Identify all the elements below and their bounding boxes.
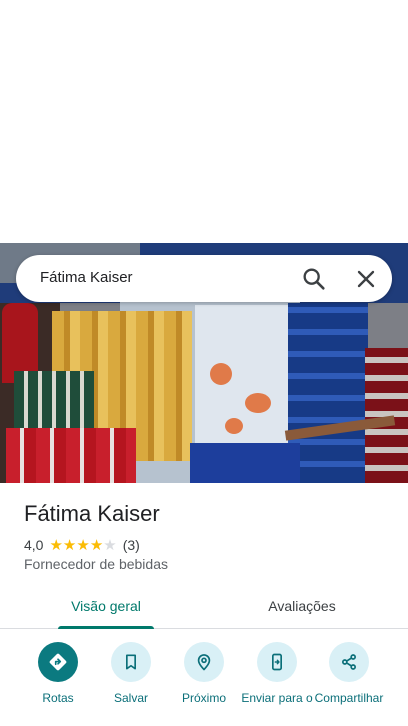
directions-label: Rotas bbox=[42, 691, 74, 705]
blank-map-area bbox=[0, 0, 408, 243]
place-tabs: Visão geral Avaliações bbox=[0, 584, 408, 629]
photo-poster-mark bbox=[245, 393, 271, 413]
star-icon: ★ bbox=[76, 536, 90, 554]
action-buttons: Rotas Salvar Próximo Enviar para o Compa… bbox=[0, 640, 408, 726]
rating-value: 4,0 bbox=[24, 537, 44, 553]
send-to-phone-button[interactable]: Enviar para o bbox=[240, 642, 314, 705]
search-icon[interactable] bbox=[300, 265, 328, 293]
nearby-icon bbox=[184, 642, 224, 682]
photo-poster-mark bbox=[225, 418, 243, 434]
tab-overview[interactable]: Visão geral bbox=[40, 584, 172, 629]
star-icon: ★ bbox=[89, 536, 104, 554]
rating-stars: ★ ★ ★ ★ ★ bbox=[49, 538, 116, 553]
nearby-label: Próximo bbox=[181, 691, 226, 705]
share-icon bbox=[329, 642, 369, 682]
photo-poster bbox=[195, 305, 290, 455]
directions-icon bbox=[38, 642, 78, 682]
star-icon: ★ bbox=[49, 536, 63, 554]
photo-red-cans bbox=[6, 428, 136, 483]
star-icon: ★ bbox=[62, 536, 77, 554]
tab-reviews[interactable]: Avaliações bbox=[236, 584, 368, 628]
directions-button[interactable]: Rotas bbox=[21, 642, 95, 705]
send-to-phone-label: Enviar para o bbox=[241, 691, 313, 705]
save-label: Salvar bbox=[113, 691, 148, 705]
search-bar[interactable]: Fátima Kaiser bbox=[16, 255, 392, 302]
photo-green-bottles bbox=[14, 371, 94, 431]
reviews-count: (3) bbox=[122, 537, 140, 553]
share-label: Compartilhar bbox=[314, 691, 384, 705]
rating-row[interactable]: 4,0 ★ ★ ★ ★ ★ (3) bbox=[24, 536, 140, 554]
share-button[interactable]: Compartilhar bbox=[312, 642, 386, 705]
star-icon: ★ bbox=[103, 536, 117, 554]
nearby-button[interactable]: Próximo bbox=[167, 642, 241, 705]
active-tab-indicator bbox=[58, 626, 154, 629]
place-title: Fátima Kaiser bbox=[24, 501, 160, 526]
photo-crates bbox=[288, 303, 368, 483]
photo-cooler bbox=[190, 443, 300, 483]
photo-poster-mark bbox=[210, 363, 232, 385]
tab-reviews-label: Avaliações bbox=[268, 598, 336, 614]
bookmark-icon bbox=[111, 642, 151, 682]
search-query[interactable]: Fátima Kaiser bbox=[40, 269, 133, 286]
place-category: Fornecedor de bebidas bbox=[24, 556, 168, 572]
tab-overview-label: Visão geral bbox=[71, 598, 141, 614]
send-to-phone-icon bbox=[257, 642, 297, 682]
save-button[interactable]: Salvar bbox=[94, 642, 168, 705]
close-icon[interactable] bbox=[352, 265, 380, 293]
